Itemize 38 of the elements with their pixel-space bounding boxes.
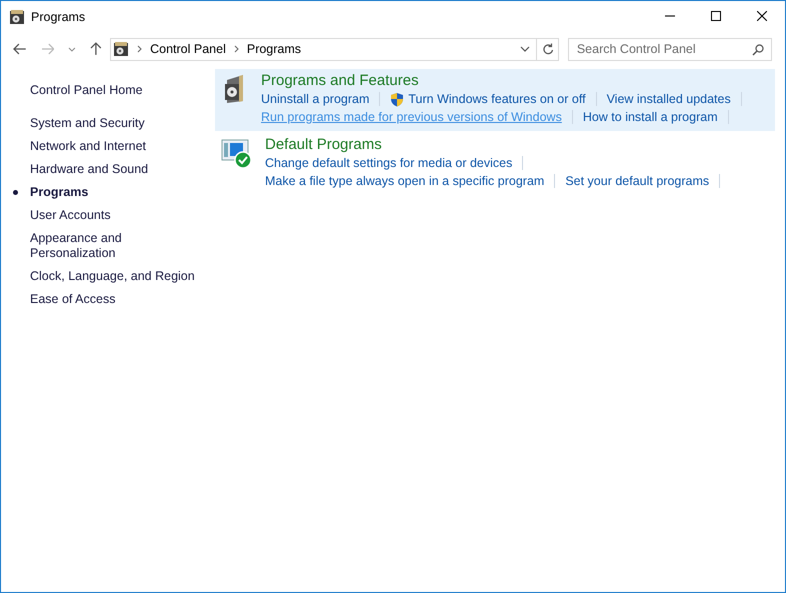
task-link[interactable]: Turn Windows features on or off	[390, 90, 586, 108]
sidebar-item[interactable]: System and Security	[30, 116, 145, 131]
sidebar-item[interactable]: Network and Internet	[30, 139, 146, 154]
sidebar-item[interactable]: Clock, Language, and Region	[30, 269, 195, 284]
sidebar-item[interactable]: User Accounts	[30, 208, 111, 223]
chevron-icon	[137, 45, 142, 53]
sidebar-item[interactable]: Hardware and Sound	[30, 162, 148, 177]
sidebar-item[interactable]: Ease of Access	[30, 292, 116, 307]
category-title[interactable]: Default Programs	[265, 136, 382, 154]
up-arrow-icon[interactable]	[90, 42, 102, 56]
refresh-button[interactable]	[537, 38, 559, 60]
sidebar-item[interactable]: Programs	[30, 185, 88, 200]
task-link[interactable]: Uninstall a program	[261, 90, 370, 108]
task-link[interactable]: Change default settings for media or devices	[265, 154, 512, 172]
chevron-icon	[234, 45, 239, 53]
control-panel-icon	[9, 8, 25, 24]
breadcrumb[interactable]: Programs	[246, 42, 302, 56]
window-checkmark-icon	[221, 138, 253, 168]
search-field[interactable]: Search Control Panel	[568, 38, 772, 60]
sidebar-item[interactable]: Appearance and Personalization	[30, 231, 195, 261]
task-link[interactable]: Make a file type always open in a specific program	[265, 172, 544, 190]
control-panel-icon	[113, 41, 130, 57]
task-link[interactable]: Set your default programs	[565, 172, 710, 190]
bullet-icon	[13, 190, 18, 195]
close-icon	[757, 11, 767, 21]
refresh-icon	[542, 43, 554, 55]
search-icon[interactable]	[752, 44, 764, 56]
dropdown-icon[interactable]	[520, 46, 530, 52]
task-link[interactable]: View installed updates	[606, 90, 731, 108]
control-panel-home-link[interactable]: Control Panel Home	[30, 82, 143, 98]
category-title[interactable]: Programs and Features	[261, 72, 419, 90]
task-link[interactable]: How to install a program	[582, 108, 718, 126]
address-bar[interactable]: Control Panel Programs	[110, 38, 538, 60]
back-arrow-icon[interactable]	[13, 43, 27, 55]
window-title: Programs	[31, 10, 86, 24]
recent-dropdown-icon[interactable]	[68, 46, 76, 52]
maximize-icon	[711, 11, 721, 21]
breadcrumb[interactable]: Control Panel	[150, 42, 226, 56]
